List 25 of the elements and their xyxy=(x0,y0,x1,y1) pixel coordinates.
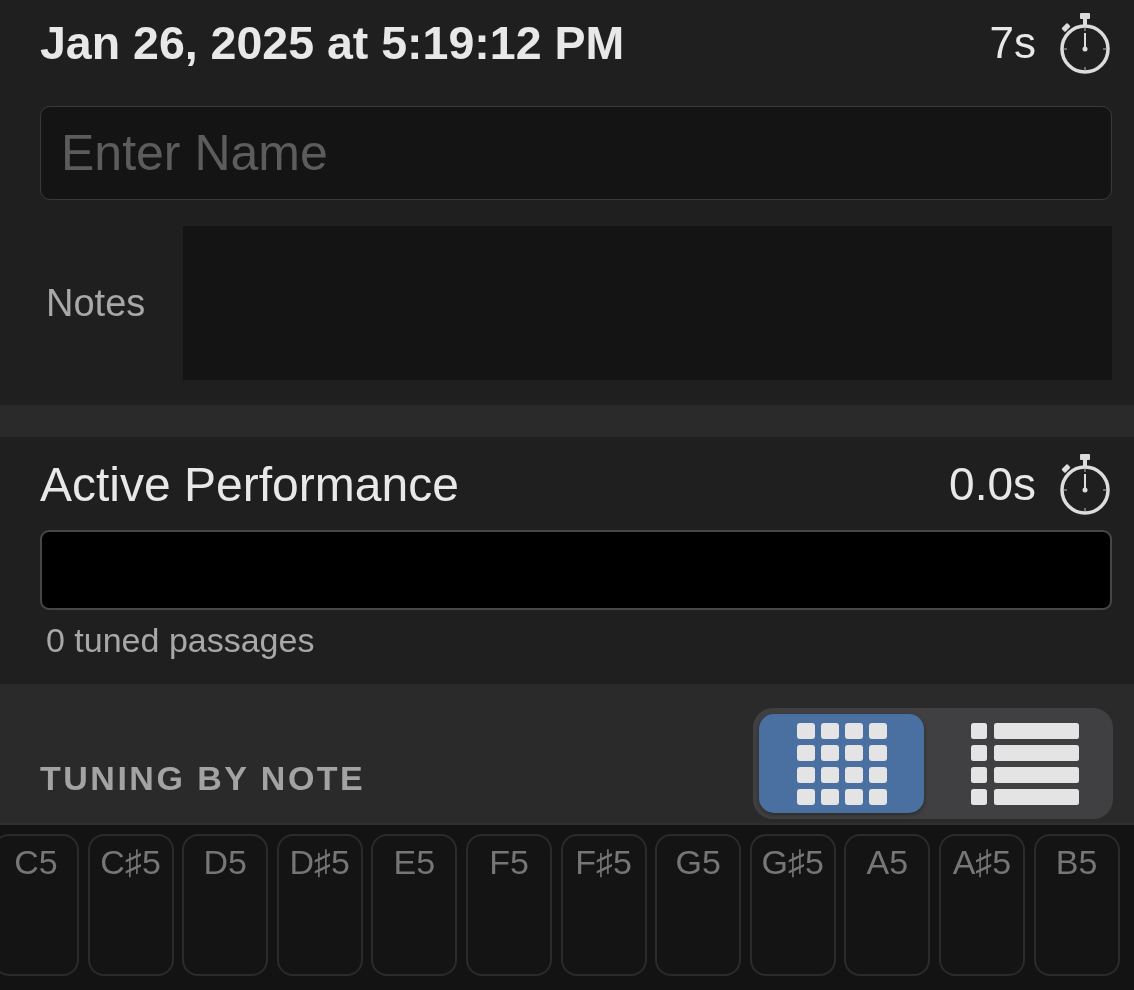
note-key[interactable]: G5 xyxy=(655,834,742,976)
note-key[interactable]: F5 xyxy=(465,834,552,976)
timestamp: Jan 26, 2025 at 5:19:12 PM xyxy=(40,16,625,70)
note-key[interactable]: D5 xyxy=(182,834,269,976)
passage-count: 0 tuned passages xyxy=(46,620,315,660)
grid-icon xyxy=(796,722,887,805)
name-field[interactable]: Enter Name xyxy=(40,106,1112,200)
note-key[interactable]: C♯5 xyxy=(87,834,174,976)
note-key[interactable]: D♯5 xyxy=(276,834,363,976)
note-key[interactable]: E5 xyxy=(371,834,458,976)
note-key[interactable]: A5 xyxy=(844,834,931,976)
elapsed-time: 7s xyxy=(989,18,1036,68)
section-heading: TUNING BY NOTE xyxy=(40,758,366,798)
note-key[interactable]: C5 xyxy=(0,834,79,976)
note-key[interactable]: F♯5 xyxy=(560,834,647,976)
list-icon xyxy=(970,722,1079,805)
section-title: Active Performance xyxy=(40,456,459,512)
elapsed-time: 0.0s xyxy=(949,457,1036,511)
note-key[interactable]: B5 xyxy=(1033,834,1120,976)
notes-label: Notes xyxy=(46,281,146,325)
stopwatch-icon xyxy=(1058,12,1112,74)
stopwatch-icon xyxy=(1058,453,1112,515)
grid-view-button[interactable] xyxy=(759,714,924,813)
note-key[interactable]: A♯5 xyxy=(938,834,1025,976)
note-key[interactable]: G♯5 xyxy=(749,834,836,976)
